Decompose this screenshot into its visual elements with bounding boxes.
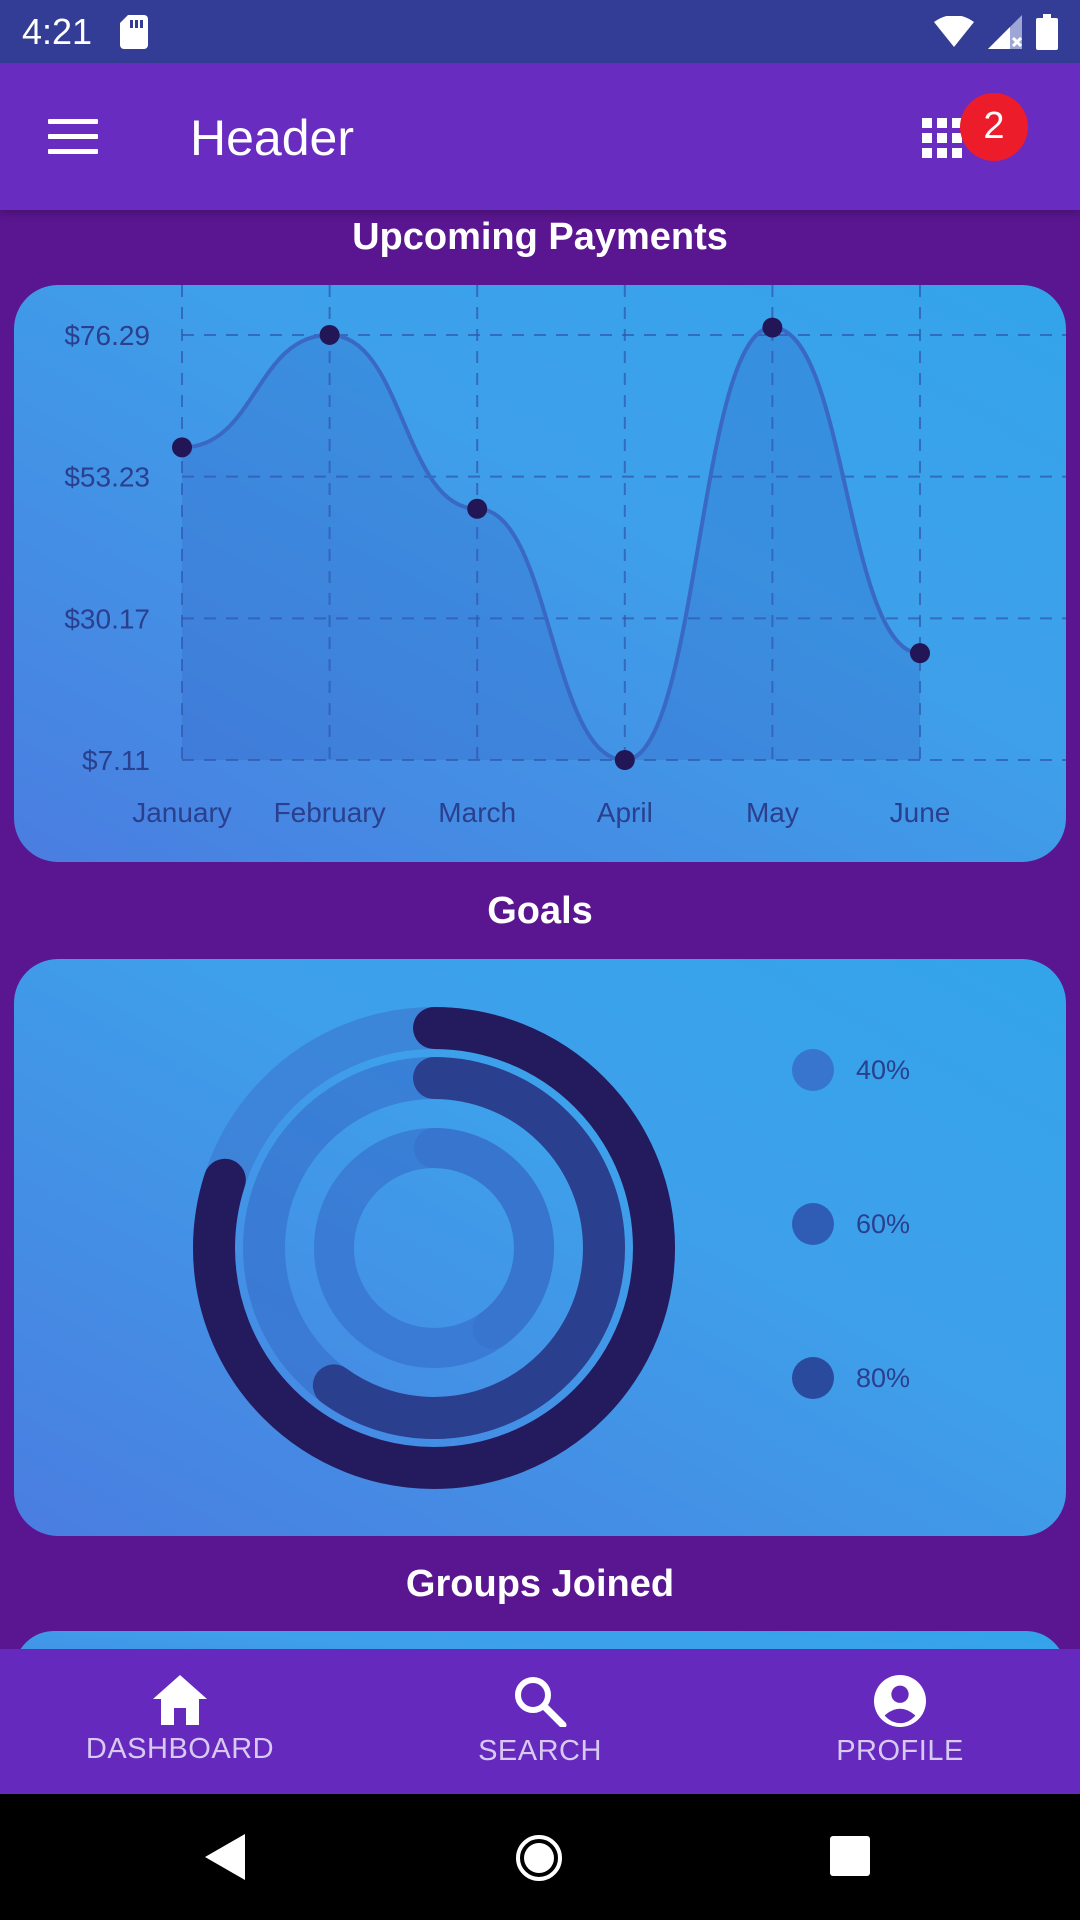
legend-item-60: 60% xyxy=(792,1203,910,1245)
x-tick-label: March xyxy=(438,797,516,828)
goals-radial-chart xyxy=(193,1007,675,1489)
y-tick-label: $76.29 xyxy=(64,320,150,351)
goals-section-title: Goals xyxy=(487,890,593,932)
legend-item-40: 40% xyxy=(792,1049,910,1091)
data-point xyxy=(762,317,783,338)
data-point xyxy=(172,437,192,458)
x-tick-label: May xyxy=(746,797,799,828)
sd-card-icon xyxy=(120,14,149,49)
legend-dot xyxy=(792,1203,834,1245)
payments-section-title: Upcoming Payments xyxy=(352,216,728,258)
wifi-icon xyxy=(934,15,974,47)
system-navigation-bar xyxy=(0,1794,1080,1920)
legend-item-80: 80% xyxy=(792,1357,910,1399)
y-tick-label: $53.23 xyxy=(64,462,150,493)
grid-apps-icon[interactable] xyxy=(922,118,962,158)
legend-dot xyxy=(792,1357,834,1399)
data-point xyxy=(467,498,488,519)
legend-label: 80% xyxy=(856,1362,911,1393)
nav-item-dashboard[interactable]: DASHBOARD xyxy=(0,1649,360,1794)
x-tick-label: April xyxy=(597,797,653,828)
data-point xyxy=(910,643,930,664)
status-time: 4:21 xyxy=(22,10,93,52)
legend-dot xyxy=(792,1049,834,1091)
page-title: Header xyxy=(190,110,354,166)
signal-icon xyxy=(988,14,1022,49)
home-circle-icon[interactable] xyxy=(515,1834,563,1882)
nav-label: PROFILE xyxy=(836,1735,964,1767)
data-point xyxy=(614,750,635,770)
account-circle-icon xyxy=(874,1675,926,1727)
goals-chart-card: 40% 60% 80% xyxy=(14,959,1066,1536)
data-point xyxy=(319,324,340,345)
app-bar: Header xyxy=(0,63,1080,210)
notification-badge: 2 xyxy=(960,93,1028,161)
y-tick-label: $30.17 xyxy=(64,603,150,634)
nav-label: DASHBOARD xyxy=(85,1733,275,1765)
area-fill xyxy=(182,327,920,760)
groups-section-title: Groups Joined xyxy=(405,1563,675,1605)
back-icon[interactable] xyxy=(205,1834,245,1880)
status-bar: 4:21 xyxy=(0,0,1080,63)
hamburger-menu-icon[interactable] xyxy=(48,119,98,155)
home-icon xyxy=(153,1675,207,1725)
x-tick-label: June xyxy=(890,797,951,828)
search-icon xyxy=(515,1677,567,1727)
payments-chart-card: $7.11 $30.17 $53.23 $76.29 January February Ma… xyxy=(14,285,1066,862)
x-tick-label: January xyxy=(132,797,232,828)
payments-line-chart: $7.11 $30.17 $53.23 $76.29 January February Ma… xyxy=(64,285,1066,828)
nav-item-profile[interactable]: PROFILE xyxy=(720,1649,1080,1794)
legend-label: 40% xyxy=(856,1054,911,1085)
legend-label: 60% xyxy=(856,1208,911,1239)
nav-item-search[interactable]: SEARCH xyxy=(360,1649,720,1794)
recents-icon[interactable] xyxy=(830,1836,870,1876)
nav-label: SEARCH xyxy=(478,1735,602,1767)
x-tick-label: February xyxy=(274,797,386,828)
y-tick-label: $7.11 xyxy=(82,745,150,776)
battery-icon xyxy=(1036,13,1058,50)
bottom-navigation: DASHBOARD SEARCH PROFILE xyxy=(0,1649,1080,1794)
